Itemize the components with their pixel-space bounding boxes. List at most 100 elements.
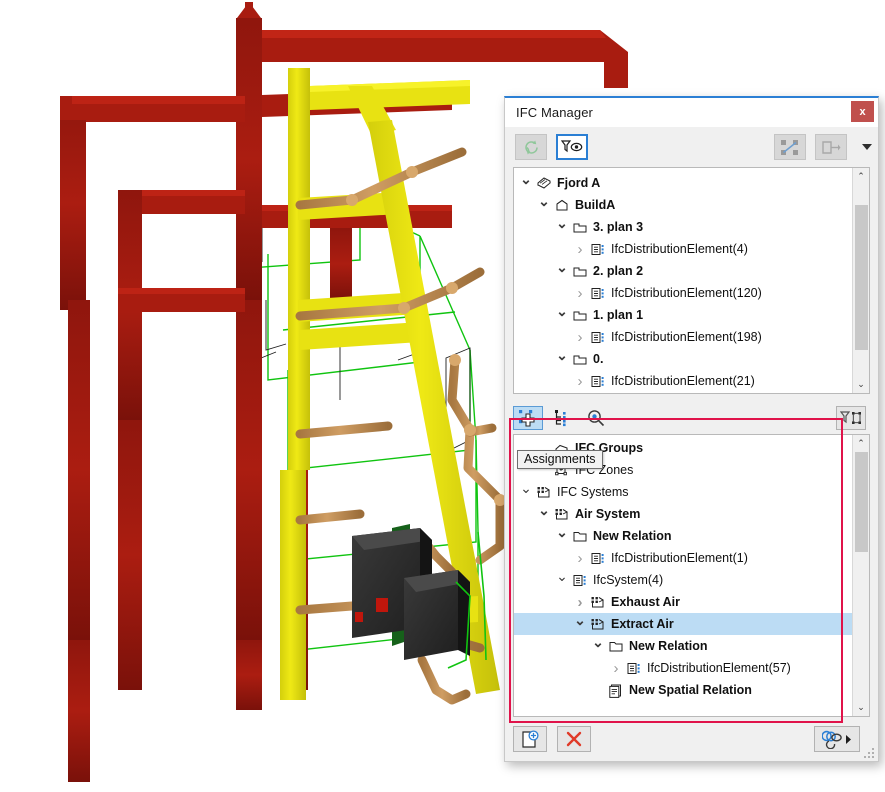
tree-row[interactable]: IfcDistributionElement (4): [514, 238, 852, 260]
bottom-button-bar[interactable]: [505, 717, 878, 761]
new-item-button[interactable]: [513, 726, 547, 752]
chevron-right-icon[interactable]: [572, 594, 588, 611]
storey-icon-wrap: [570, 352, 590, 367]
tree-row[interactable]: 1. plan 1: [514, 304, 852, 326]
tree-row[interactable]: Fjord A: [514, 172, 852, 194]
chevron-down-icon[interactable]: [554, 307, 570, 324]
tree-row[interactable]: IfcDistributionElement (120): [514, 282, 852, 304]
assign-geometry-icon: [781, 139, 798, 155]
relation-button[interactable]: [815, 134, 847, 160]
bottom-tree-scrollbar[interactable]: ⌃ ⌄: [852, 435, 869, 716]
tree-row[interactable]: IfcSystem (4): [514, 569, 852, 591]
scroll-up-arrow[interactable]: ⌃: [853, 168, 870, 185]
filter-visibility-button[interactable]: [556, 134, 588, 160]
tree-row[interactable]: IFC Systems: [514, 481, 852, 503]
tree-row-label: 3. plan 3: [593, 220, 644, 234]
tree-row[interactable]: Exhaust Air: [514, 591, 852, 613]
scroll-track-2[interactable]: [853, 452, 870, 699]
refresh-button[interactable]: [515, 134, 547, 160]
storey-icon-wrap: [570, 264, 590, 279]
scroll-down-arrow[interactable]: ⌄: [853, 376, 870, 393]
tree-row-label: IfcDistributionElement: [611, 286, 733, 300]
tree-row-label: Air System: [575, 507, 641, 521]
chevron-right-icon[interactable]: [608, 660, 624, 677]
scroll-thumb-2[interactable]: [854, 452, 868, 552]
chevron-right-icon[interactable]: [572, 329, 588, 346]
search-button[interactable]: [581, 406, 611, 430]
toolbar-overflow-button[interactable]: [862, 144, 872, 150]
filter-selection-button[interactable]: [836, 406, 866, 430]
classification-button[interactable]: [547, 406, 577, 430]
spatial-structure-tree[interactable]: Fjord A BuildA 3. plan 3 IfcDistributionEle…: [513, 167, 870, 394]
tree-row[interactable]: New Spatial Relation: [514, 679, 852, 701]
chevron-right-icon[interactable]: [572, 373, 588, 390]
tree-row-label: IfcDistributionElement: [611, 374, 733, 388]
assignments-button[interactable]: [513, 406, 543, 430]
tree-row[interactable]: 2. plan 2: [514, 260, 852, 282]
tree-row[interactable]: BuildA: [514, 194, 852, 216]
chevron-down-icon[interactable]: [554, 351, 570, 368]
project-icon-wrap: [534, 176, 554, 191]
top-tree-scrollbar[interactable]: ⌃ ⌄: [852, 168, 869, 393]
chevron-right-icon[interactable]: [572, 550, 588, 567]
assign-geometry-button[interactable]: [774, 134, 806, 160]
assignments-tree[interactable]: IFC GroupsIFC ZonesIFC SystemsAir System…: [513, 434, 870, 717]
scroll-up-arrow-2[interactable]: ⌃: [853, 435, 870, 452]
ifc-system-icon-wrap: [552, 507, 572, 522]
ifc-element-icon: [591, 331, 604, 343]
scroll-track[interactable]: [853, 185, 870, 376]
tree-row-label: BuildA: [575, 198, 616, 212]
project-icon: [537, 176, 551, 189]
chevron-right-icon[interactable]: [572, 285, 588, 302]
ifc-element-icon: [591, 287, 604, 299]
resize-grip[interactable]: [864, 748, 874, 758]
tree-row[interactable]: 3. plan 3: [514, 216, 852, 238]
tree-row[interactable]: New Relation: [514, 525, 852, 547]
chevron-down-icon[interactable]: [554, 219, 570, 236]
refresh-circular-icon: [524, 140, 538, 154]
tree-row-label: IfcDistributionElement: [611, 551, 733, 565]
tree-row[interactable]: Air System: [514, 503, 852, 525]
ifc-system-icon-wrap: [588, 617, 608, 632]
filter-visibility-icon: [561, 139, 583, 152]
building-icon: [556, 199, 568, 210]
chevron-down-icon[interactable]: [590, 638, 606, 655]
delete-item-button[interactable]: [557, 726, 591, 752]
chevron-right-icon[interactable]: [572, 241, 588, 258]
chevron-down-icon[interactable]: [536, 197, 552, 214]
storey-icon: [573, 311, 587, 320]
tree-row[interactable]: Extract Air: [514, 613, 852, 635]
tree-row[interactable]: IfcDistributionElement (57): [514, 657, 852, 679]
chevron-down-icon[interactable]: [572, 616, 588, 633]
ifc-element-icon-wrap: [624, 661, 644, 676]
assignments-toolbar[interactable]: [505, 402, 878, 434]
tree-row[interactable]: IfcDistributionElement (198): [514, 326, 852, 348]
scroll-down-arrow-2[interactable]: ⌄: [853, 699, 870, 716]
ifc-element-icon-wrap: [570, 573, 590, 588]
ifc-system-icon: [591, 596, 604, 607]
storey-icon: [573, 223, 587, 232]
chevron-down-icon[interactable]: [554, 263, 570, 280]
tree-row[interactable]: New Relation: [514, 635, 852, 657]
ifc-system-icon: [591, 618, 604, 629]
chevron-down-icon[interactable]: [518, 175, 534, 192]
tree-row[interactable]: IfcDistributionElement (1): [514, 547, 852, 569]
scroll-thumb[interactable]: [854, 205, 868, 350]
chevron-down-icon[interactable]: [554, 572, 570, 589]
tree-row[interactable]: 0.: [514, 348, 852, 370]
top-toolbar[interactable]: [505, 127, 878, 167]
link-settings-button[interactable]: [814, 726, 860, 752]
building-icon-wrap: [552, 198, 572, 213]
chevron-down-icon[interactable]: [536, 506, 552, 523]
tree-row-label: IfcDistributionElement: [611, 330, 733, 344]
tree-row[interactable]: IfcDistributionElement (21): [514, 370, 852, 392]
window-titlebar[interactable]: IFC Manager x: [505, 98, 878, 127]
chevron-down-icon[interactable]: [554, 528, 570, 545]
assignments-icon: [519, 409, 535, 427]
tree-row-count: (21): [732, 374, 755, 388]
close-button[interactable]: x: [851, 101, 874, 122]
folder-icon-wrap: [570, 529, 590, 544]
ifc-manager-window[interactable]: IFC Manager x ⌄ Fjord A ⌄ BuildA ⌄ 3. pl…: [504, 96, 879, 762]
ifc-element-icon: [591, 243, 604, 255]
chevron-down-icon[interactable]: [518, 484, 534, 501]
